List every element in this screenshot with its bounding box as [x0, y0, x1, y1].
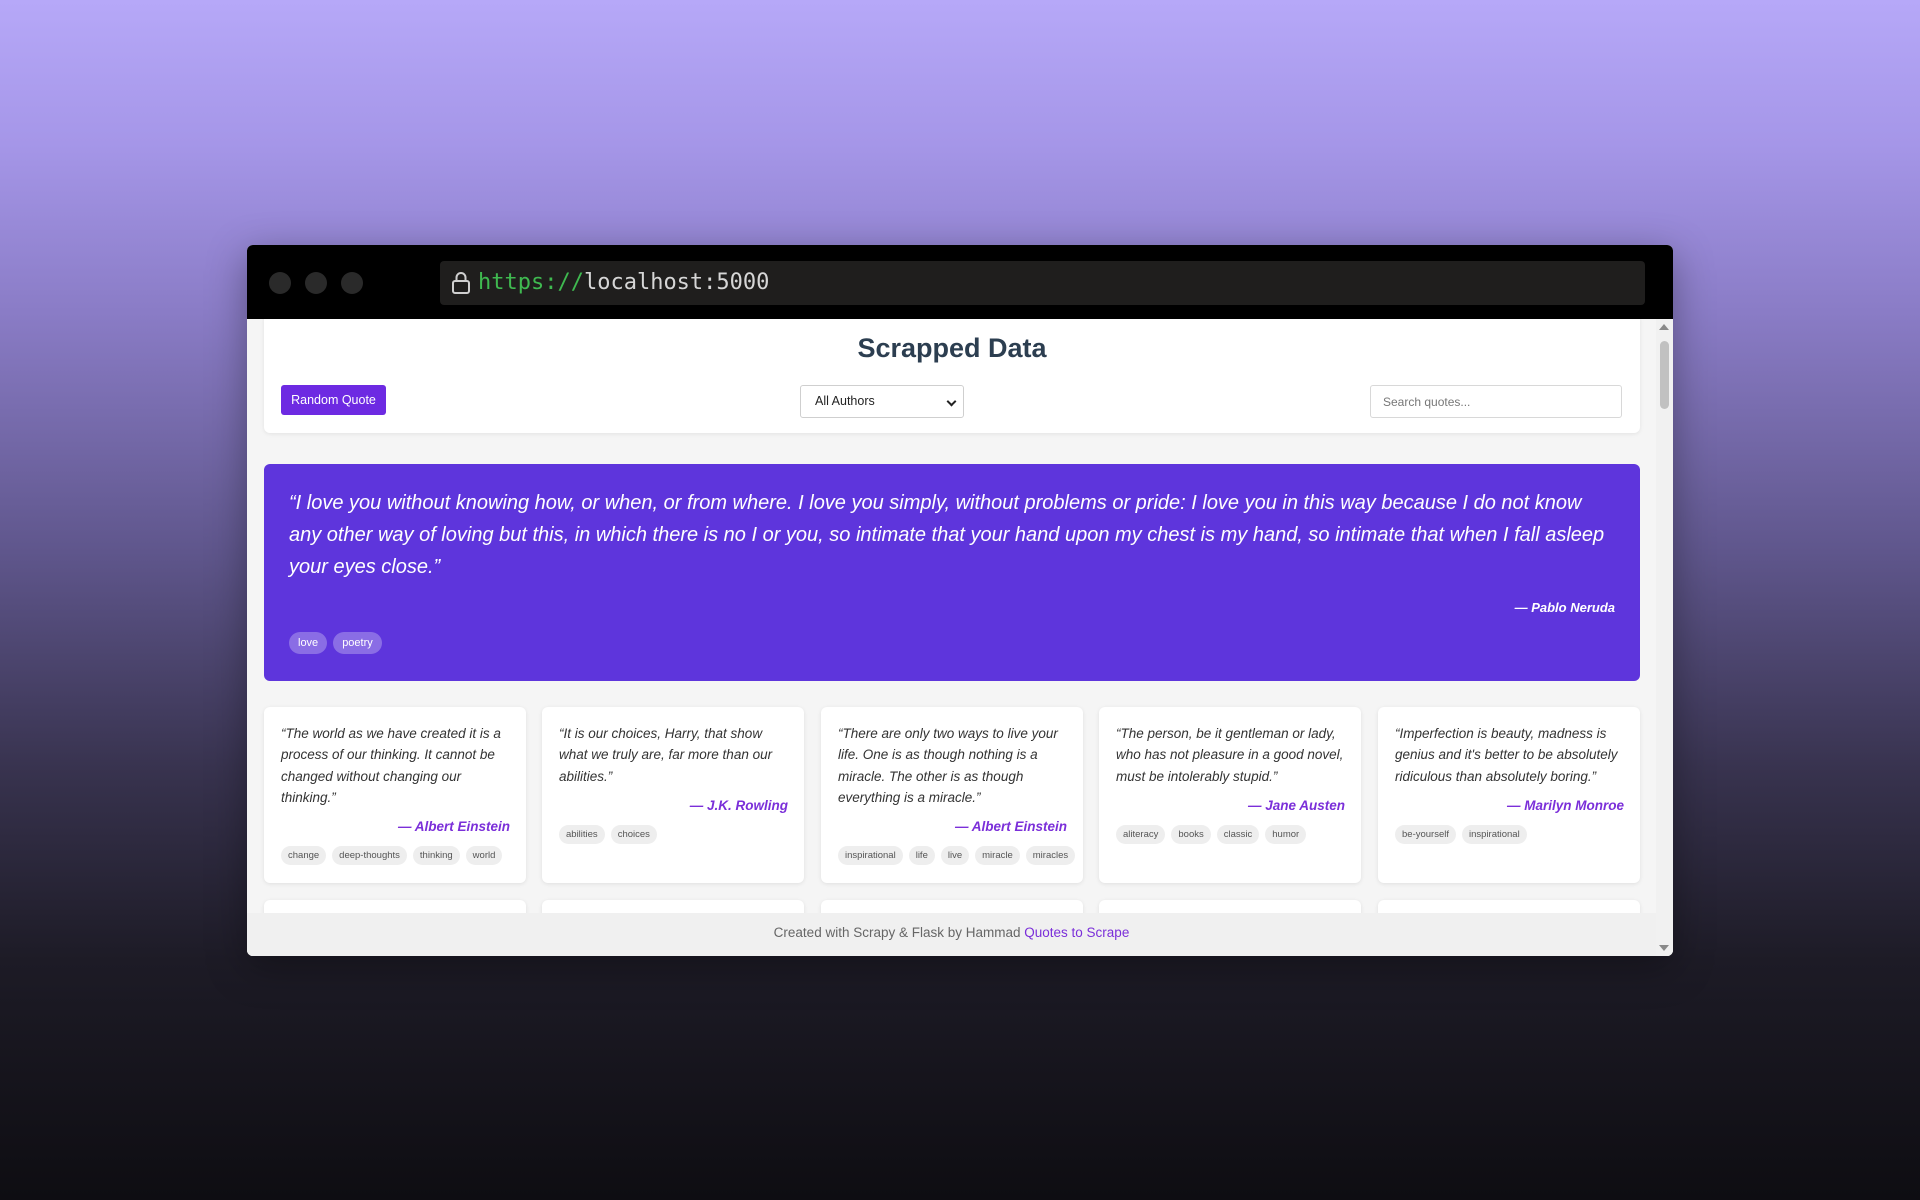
tag[interactable]: inspirational — [838, 846, 903, 865]
lock-icon — [452, 272, 470, 294]
tag[interactable]: choices — [610, 825, 657, 844]
page-viewport: Scrapped Data Random Quote All Authors “… — [247, 319, 1673, 956]
tag[interactable]: books — [1171, 825, 1211, 844]
quote-card: “The world as we have created it is a pr… — [264, 707, 526, 883]
header-card: Scrapped Data Random Quote All Authors — [264, 319, 1640, 433]
tag[interactable]: inspirational — [1462, 825, 1527, 844]
tag[interactable]: live — [940, 846, 970, 865]
window-minimize-button[interactable] — [305, 272, 327, 294]
quote-card: “The person, be it gentleman or lady, wh… — [1099, 707, 1361, 883]
tag[interactable]: deep-thoughts — [332, 846, 407, 865]
tag[interactable]: miracle — [975, 846, 1020, 865]
quote-card: “It is our choices, Harry, that show wha… — [542, 707, 804, 883]
tag[interactable]: thinking — [412, 846, 460, 865]
url-host: localhost:5000 — [583, 270, 770, 295]
featured-quote-card: “I love you without knowing how, or when… — [264, 464, 1640, 681]
browser-titlebar: https://localhost:5000 — [247, 245, 1673, 319]
scroll-up-arrow-icon[interactable] — [1659, 324, 1669, 330]
page-title: Scrapped Data — [857, 333, 1047, 363]
tag[interactable]: life — [908, 846, 935, 865]
tag[interactable]: aliteracy — [1116, 825, 1166, 844]
window-close-button[interactable] — [269, 272, 291, 294]
quote-tags: inspirational life live miracle miracles — [838, 846, 1076, 865]
scrollbar-thumb[interactable] — [1660, 341, 1669, 409]
featured-tags: love poetry — [289, 632, 382, 654]
url-scheme: https:// — [478, 270, 584, 295]
tag[interactable]: humor — [1265, 825, 1307, 844]
search-input[interactable] — [1370, 385, 1622, 418]
featured-quote-author: — Pablo Neruda — [1514, 600, 1615, 615]
quote-tags: aliteracy books classic humor — [1116, 825, 1307, 844]
quote-card: “Imperfection is beauty, madness is geni… — [1378, 707, 1640, 883]
quote-text: “The world as we have created it is a pr… — [281, 726, 501, 805]
tag[interactable]: abilities — [559, 825, 605, 844]
quote-text: “Imperfection is beauty, madness is geni… — [1395, 726, 1618, 784]
browser-window: https://localhost:5000 Scrapped Data Ran… — [247, 245, 1673, 956]
quote-tags: change deep-thoughts thinking world — [281, 846, 503, 865]
url-text: https://localhost:5000 — [478, 270, 769, 295]
random-quote-button[interactable]: Random Quote — [281, 385, 386, 415]
tag[interactable]: classic — [1216, 825, 1260, 844]
quote-author: — Albert Einstein — [954, 819, 1067, 834]
tag[interactable]: change — [281, 846, 327, 865]
featured-quote-text: “I love you without knowing how, or when… — [289, 492, 1605, 578]
quote-text: “There are only two ways to live your li… — [838, 726, 1058, 805]
quote-author: — Jane Austen — [1247, 798, 1345, 813]
tag[interactable]: miracles — [1025, 846, 1076, 865]
quote-text: “The person, be it gentleman or lady, wh… — [1116, 726, 1344, 784]
chevron-down-icon — [946, 396, 957, 407]
quote-text: “It is our choices, Harry, that show wha… — [559, 726, 773, 784]
quote-author: — Marilyn Monroe — [1506, 798, 1624, 813]
tag[interactable]: be-yourself — [1395, 825, 1456, 844]
tag[interactable]: love — [289, 632, 328, 654]
address-bar[interactable]: https://localhost:5000 — [440, 261, 1645, 305]
scrollbar[interactable] — [1656, 319, 1673, 956]
footer-text: Created with Scrapy & Flask by Hammad — [773, 925, 1025, 940]
scroll-down-arrow-icon[interactable] — [1659, 945, 1669, 951]
quote-tags: abilities choices — [559, 825, 657, 844]
quote-card: “There are only two ways to live your li… — [821, 707, 1083, 883]
tag[interactable]: poetry — [333, 632, 382, 654]
quote-author: — J.K. Rowling — [689, 798, 788, 813]
tag[interactable]: world — [465, 846, 503, 865]
author-select[interactable]: All Authors — [800, 385, 964, 418]
window-maximize-button[interactable] — [341, 272, 363, 294]
page-footer: Created with Scrapy & Flask by Hammad Qu… — [247, 913, 1656, 956]
quote-tags: be-yourself inspirational — [1395, 825, 1527, 844]
quote-author: — Albert Einstein — [397, 819, 510, 834]
footer-link[interactable]: Quotes to Scrape — [1024, 925, 1129, 940]
author-select-value: All Authors — [815, 394, 875, 408]
